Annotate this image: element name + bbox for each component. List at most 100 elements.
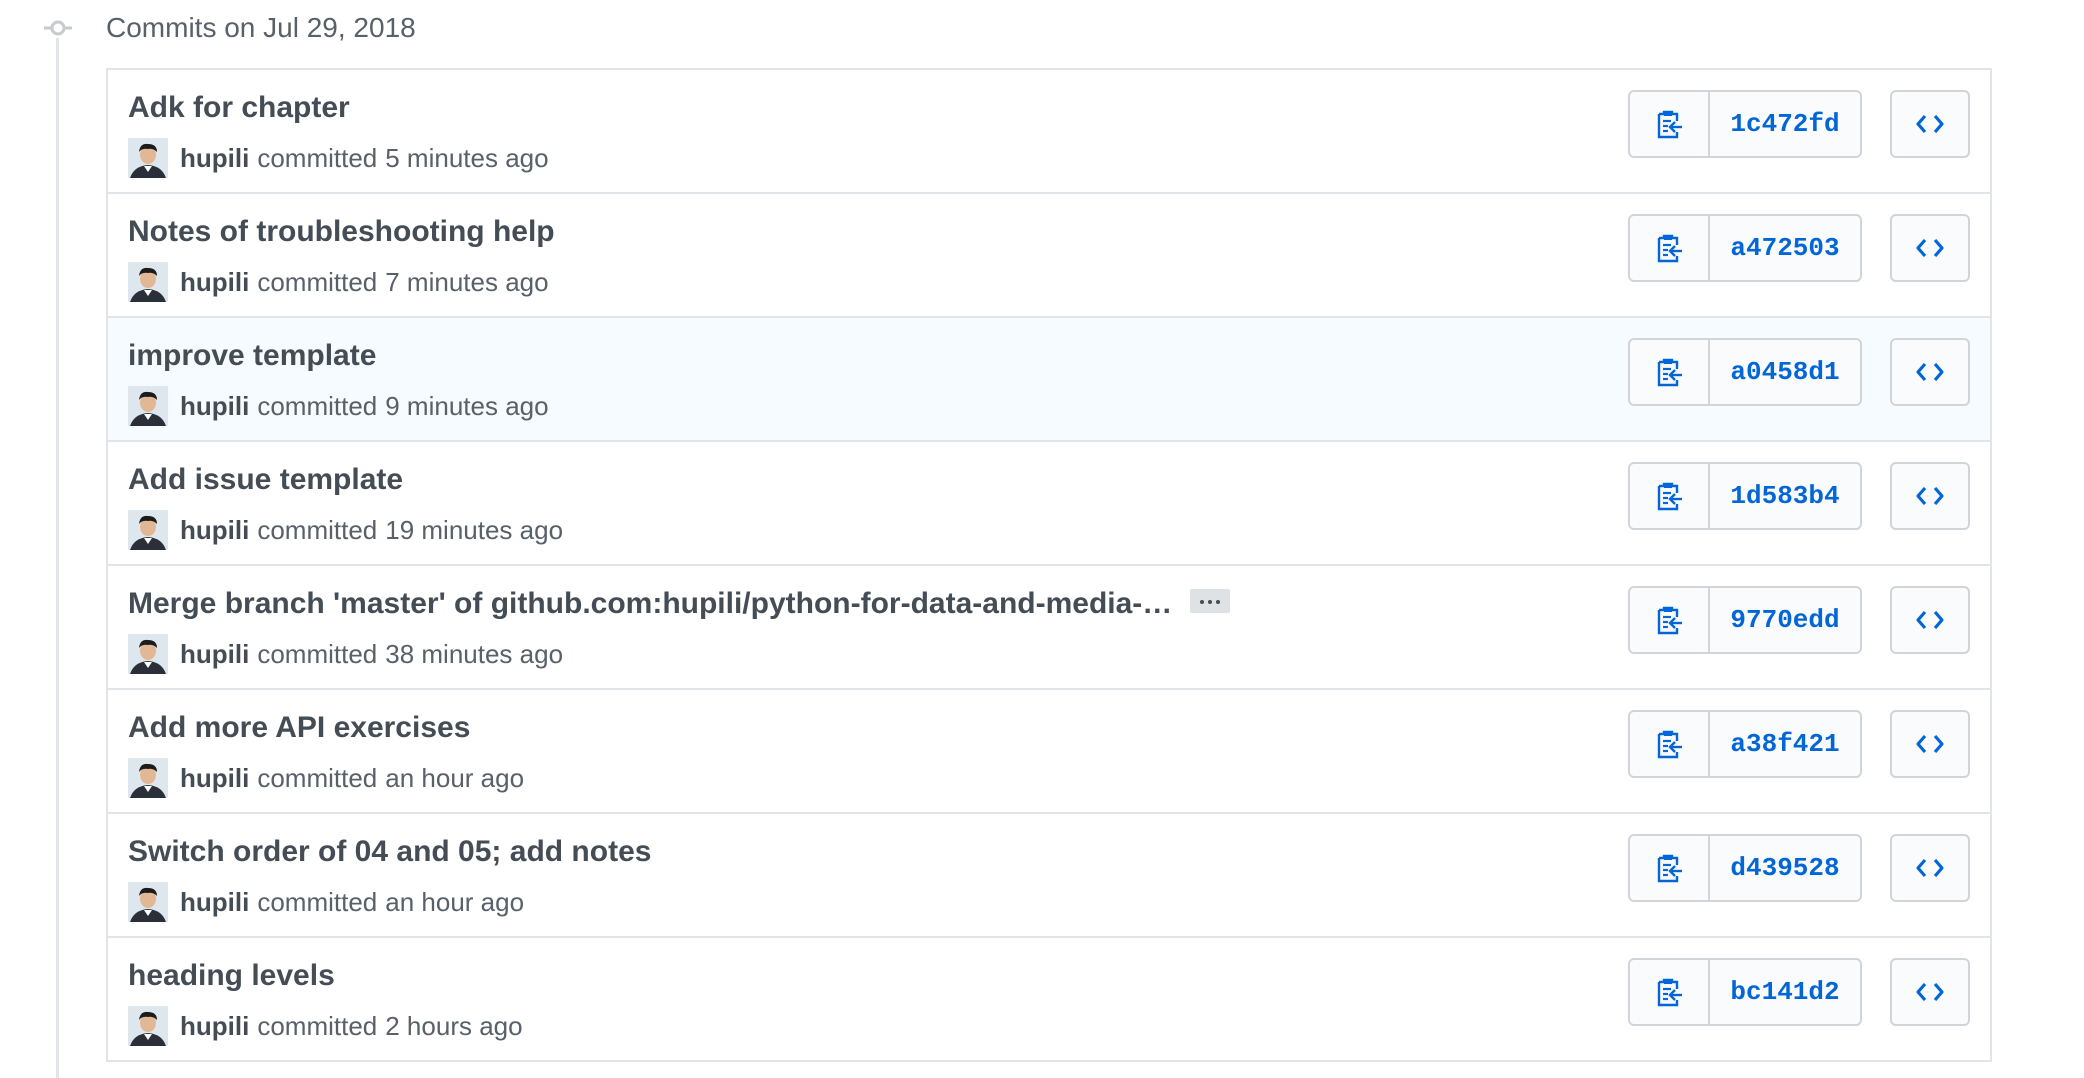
copy-sha-button[interactable] — [1630, 588, 1710, 652]
commit-row: heading levels hupili committed 2 hours ago… — [108, 938, 1990, 1062]
avatar[interactable] — [128, 386, 168, 426]
copy-sha-button[interactable] — [1630, 464, 1710, 528]
commit-sha-link[interactable]: 1d583b4 — [1710, 464, 1860, 528]
copy-sha-button[interactable] — [1630, 960, 1710, 1024]
code-icon — [1916, 238, 1944, 258]
commit-meta: hupili committed 9 minutes ago — [128, 386, 549, 426]
clippy-icon — [1657, 482, 1682, 511]
browse-repo-button[interactable] — [1890, 462, 1970, 530]
commit-sha-link[interactable]: 9770edd — [1710, 588, 1860, 652]
copy-sha-button[interactable] — [1630, 712, 1710, 776]
commit-title-link[interactable]: Add more API exercises — [128, 711, 470, 744]
commit-relative-time: 2 hours ago — [385, 1010, 523, 1041]
commit-title-link[interactable]: Switch order of 04 and 05; add notes — [128, 835, 651, 868]
commit-meta: hupili committed an hour ago — [128, 882, 524, 922]
clippy-icon — [1657, 110, 1682, 139]
browse-repo-button[interactable] — [1890, 338, 1970, 406]
commit-relative-time: 9 minutes ago — [385, 390, 549, 421]
commit-meta: hupili committed 7 minutes ago — [128, 262, 549, 302]
avatar[interactable] — [128, 510, 168, 550]
commit-author-link[interactable]: hupili — [180, 515, 249, 546]
avatar[interactable] — [128, 882, 168, 922]
commit-sha-link[interactable]: a0458d1 — [1710, 340, 1860, 404]
commit-author-link[interactable]: hupili — [180, 267, 249, 298]
clippy-icon — [1657, 854, 1682, 883]
code-icon — [1916, 362, 1944, 382]
copy-sha-button[interactable] — [1630, 216, 1710, 280]
commit-action-text: committed — [257, 638, 378, 669]
git-commit-icon — [44, 20, 72, 36]
commit-author-link[interactable]: hupili — [180, 763, 249, 794]
commit-links-group: a38f421 — [1628, 710, 1862, 778]
commit-action-text: committed — [257, 886, 378, 917]
commit-title-link[interactable]: heading levels — [128, 959, 335, 992]
ellipsis-dot — [1208, 600, 1213, 605]
commit-action-text: committed — [257, 762, 378, 793]
commit-title-container: Merge branch 'master' of github.com:hupi… — [128, 586, 1231, 622]
commit-author-link[interactable]: hupili — [180, 887, 249, 918]
commit-title-container: Add issue template — [128, 462, 403, 498]
commit-meta: hupili committed 19 minutes ago — [128, 510, 563, 550]
commit-sha-link[interactable]: a472503 — [1710, 216, 1860, 280]
browse-repo-button[interactable] — [1890, 834, 1970, 902]
commit-row: Merge branch 'master' of github.com:hupi… — [108, 566, 1990, 690]
commit-list: Adk for chapter hupili committed 5 minutes … — [106, 68, 1992, 1062]
commit-links-group: a472503 — [1628, 214, 1862, 282]
avatar[interactable] — [128, 138, 168, 178]
code-icon — [1916, 486, 1944, 506]
commit-relative-time: 38 minutes ago — [385, 638, 564, 669]
commit-title-container: Add more API exercises — [128, 710, 470, 746]
commit-relative-time: 19 minutes ago — [385, 514, 564, 545]
commit-title-link[interactable]: Merge branch 'master' of github.com:hupi… — [128, 587, 1172, 620]
code-icon — [1916, 734, 1944, 754]
commit-author-link[interactable]: hupili — [180, 391, 249, 422]
copy-sha-button[interactable] — [1630, 340, 1710, 404]
commit-title-container: Notes of troubleshooting help — [128, 214, 555, 250]
commit-author-link[interactable]: hupili — [180, 143, 249, 174]
code-icon — [1916, 114, 1944, 134]
commit-author-link[interactable]: hupili — [180, 639, 249, 670]
commit-links-group: 1c472fd — [1628, 90, 1862, 158]
commit-row: Add issue template hupili committed 19 minu… — [108, 442, 1990, 566]
commit-sha-link[interactable]: 1c472fd — [1710, 92, 1860, 156]
code-icon — [1916, 858, 1944, 878]
commit-author-link[interactable]: hupili — [180, 1011, 249, 1042]
commit-links-group: a0458d1 — [1628, 338, 1862, 406]
clippy-icon — [1657, 730, 1682, 759]
commit-row: improve template hupili committed 9 minutes… — [108, 318, 1990, 442]
commit-title-link[interactable]: Adk for chapter — [128, 91, 350, 124]
copy-sha-button[interactable] — [1630, 92, 1710, 156]
copy-sha-button[interactable] — [1630, 836, 1710, 900]
avatar[interactable] — [128, 1006, 168, 1046]
commit-relative-time: 7 minutes ago — [385, 266, 549, 297]
browse-repo-button[interactable] — [1890, 958, 1970, 1026]
commit-title-link[interactable]: Notes of troubleshooting help — [128, 215, 555, 248]
commit-action-text: committed — [257, 390, 378, 421]
commit-title-link[interactable]: Add issue template — [128, 463, 403, 496]
avatar[interactable] — [128, 758, 168, 798]
browse-repo-button[interactable] — [1890, 586, 1970, 654]
commit-links-group: bc141d2 — [1628, 958, 1862, 1026]
commit-title-link[interactable]: improve template — [128, 339, 376, 372]
commit-relative-time: 5 minutes ago — [385, 142, 549, 173]
commit-meta: hupili committed an hour ago — [128, 758, 524, 798]
commit-action-text: committed — [257, 1010, 378, 1041]
ellipsis-dot — [1200, 600, 1205, 605]
avatar[interactable] — [128, 262, 168, 302]
browse-repo-button[interactable] — [1890, 214, 1970, 282]
commit-meta: hupili committed 2 hours ago — [128, 1006, 523, 1046]
browse-repo-button[interactable] — [1890, 710, 1970, 778]
timeline-rail — [56, 38, 59, 1078]
commit-title-container: heading levels — [128, 958, 335, 994]
commit-sha-link[interactable]: d439528 — [1710, 836, 1860, 900]
browse-repo-button[interactable] — [1890, 90, 1970, 158]
commit-sha-link[interactable]: a38f421 — [1710, 712, 1860, 776]
avatar[interactable] — [128, 634, 168, 674]
commit-sha-link[interactable]: bc141d2 — [1710, 960, 1860, 1024]
ellipsis-dot — [1216, 600, 1221, 605]
commit-relative-time: an hour ago — [385, 886, 525, 917]
commit-row: Switch order of 04 and 05; add notes hupi… — [108, 814, 1990, 938]
ellipsis-icon[interactable] — [1190, 589, 1231, 614]
code-icon — [1916, 982, 1944, 1002]
clippy-icon — [1657, 234, 1682, 263]
